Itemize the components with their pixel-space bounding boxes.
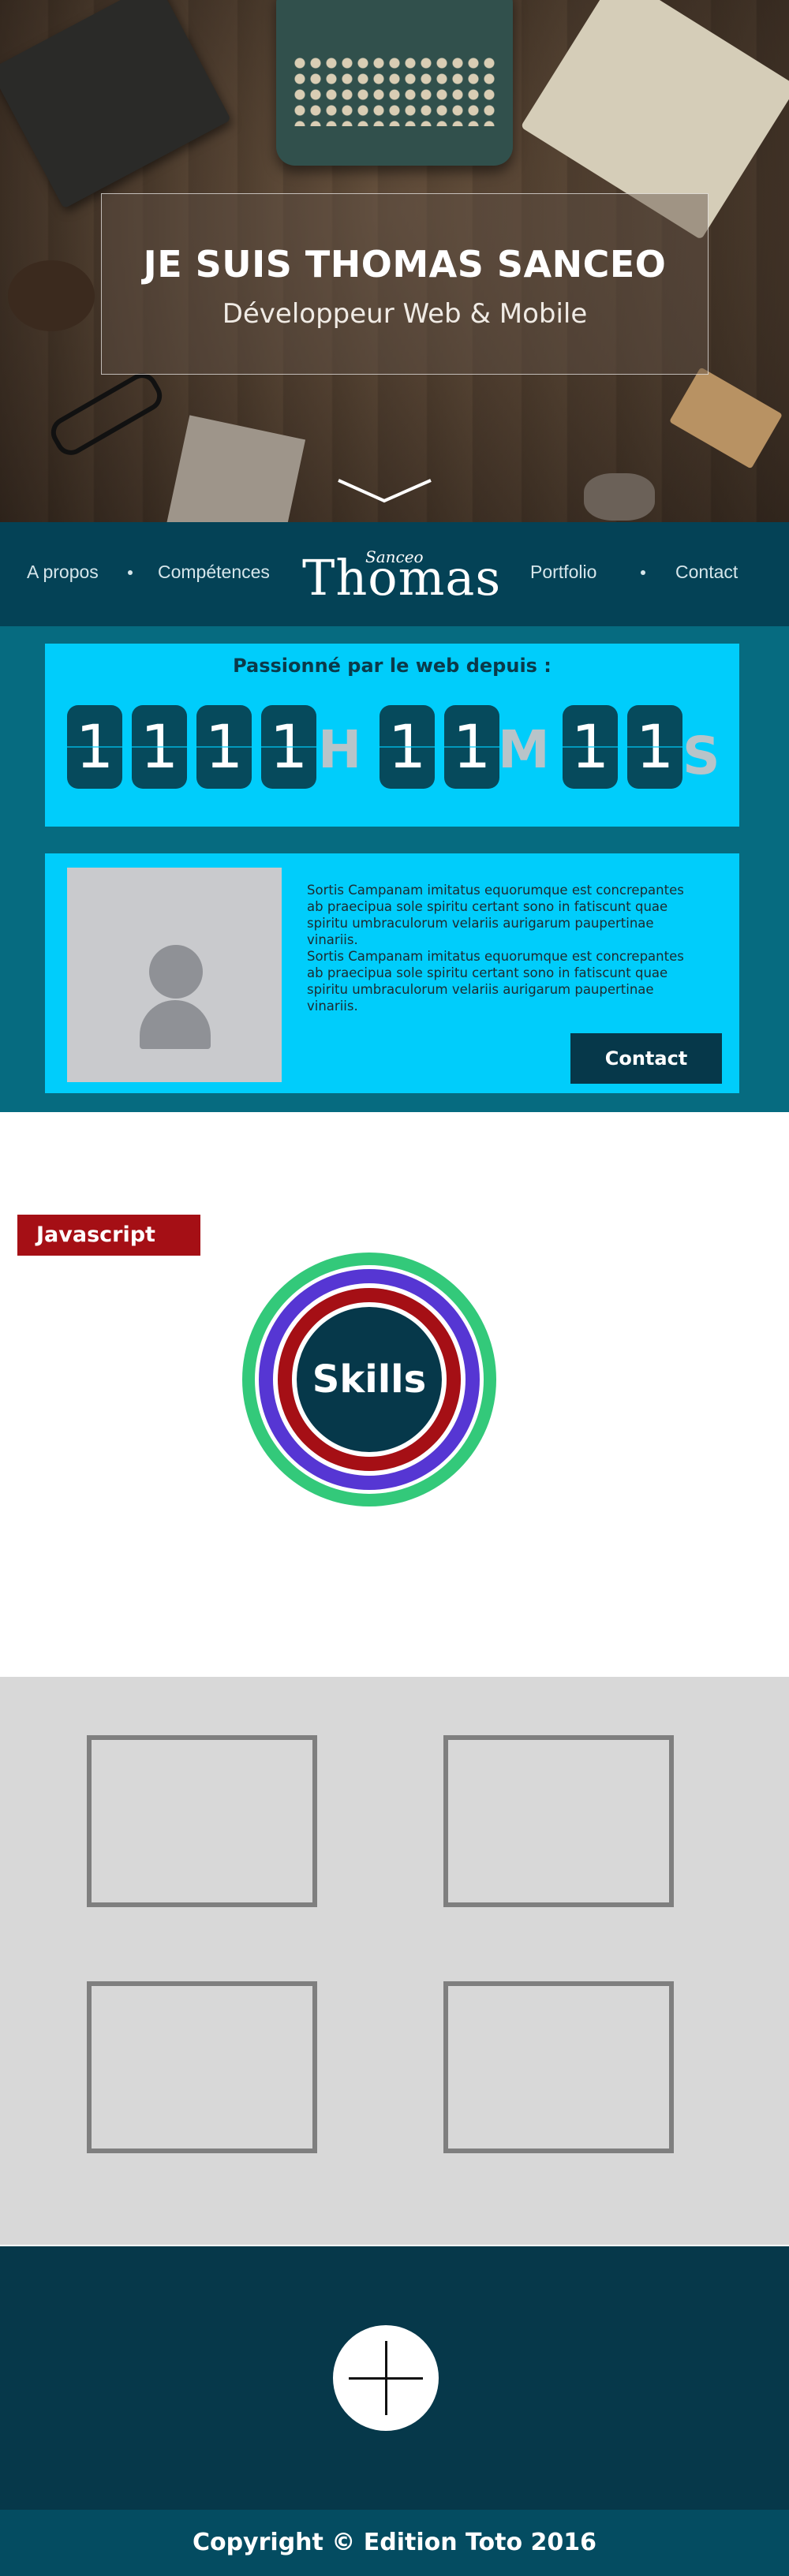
counter-digit: 1 bbox=[132, 705, 187, 789]
about-paragraph: Sortis Campanam imitatus equorumque est … bbox=[307, 949, 684, 1014]
plus-icon[interactable] bbox=[333, 2325, 439, 2431]
counter-title: Passionné par le web depuis : bbox=[233, 655, 552, 677]
hero-title: JE SUIS THOMAS SANCEO bbox=[143, 243, 667, 286]
portfolio-item[interactable] bbox=[87, 1735, 317, 1907]
about-card: Sortis Campanam imitatus equorumque est … bbox=[45, 853, 739, 1093]
contact-button[interactable]: Contact bbox=[570, 1033, 722, 1084]
counter-digit: 1 bbox=[261, 705, 316, 789]
counter-unit-minutes: M bbox=[498, 719, 550, 780]
typewriter-decoration bbox=[276, 0, 513, 166]
skill-tag-javascript[interactable]: Javascript bbox=[17, 1215, 200, 1256]
footer bbox=[0, 2246, 789, 2510]
hero-title-box: JE SUIS THOMAS SANCEO Développeur Web & … bbox=[101, 193, 709, 375]
stone-decoration bbox=[584, 473, 655, 521]
portfolio-item[interactable] bbox=[443, 1735, 674, 1907]
nav-item-competences[interactable]: Compétences bbox=[158, 562, 270, 583]
counter-digit: 1 bbox=[380, 705, 435, 789]
nav-item-portfolio[interactable]: Portfolio bbox=[530, 562, 596, 583]
portfolio-item[interactable] bbox=[87, 1981, 317, 2153]
nav-item-a-propos[interactable]: A propos bbox=[27, 562, 99, 583]
hero-subtitle: Développeur Web & Mobile bbox=[222, 298, 588, 330]
counter-unit-hours: H bbox=[318, 719, 362, 780]
avatar bbox=[67, 868, 282, 1082]
hero-section: JE SUIS THOMAS SANCEO Développeur Web & … bbox=[0, 0, 789, 522]
main-navigation: A propos Compétences Sanceo Thomas Portf… bbox=[0, 522, 789, 626]
portfolio-section bbox=[0, 1677, 789, 2245]
nav-separator-dot bbox=[641, 570, 645, 575]
pinecone-decoration bbox=[8, 260, 95, 331]
counter-digit: 1 bbox=[196, 705, 252, 789]
counter-digit: 1 bbox=[563, 705, 618, 789]
about-paragraph: Sortis Campanam imitatus equorumque est … bbox=[307, 883, 684, 947]
copyright-text: Copyright © Edition Toto 2016 bbox=[0, 2510, 789, 2576]
chevron-down-icon[interactable] bbox=[335, 476, 434, 507]
about-text: Sortis Campanam imitatus equorumque est … bbox=[307, 882, 701, 1014]
site-logo[interactable]: Sanceo Thomas bbox=[302, 538, 500, 609]
nav-item-contact[interactable]: Contact bbox=[675, 562, 738, 583]
user-icon bbox=[149, 945, 203, 999]
portfolio-item[interactable] bbox=[443, 1981, 674, 2153]
logo-big-text: Thomas bbox=[302, 549, 502, 607]
user-icon-body bbox=[140, 1000, 211, 1049]
counter-digit: 1 bbox=[67, 705, 122, 789]
counter-unit-seconds: S bbox=[682, 726, 720, 786]
nav-separator-dot bbox=[128, 570, 133, 575]
skills-center-button[interactable]: Skills bbox=[297, 1307, 442, 1452]
counter-digit: 1 bbox=[444, 705, 499, 789]
counter-digit: 1 bbox=[627, 705, 682, 789]
time-counter: Passionné par le web depuis : 1 1 1 1 H … bbox=[45, 644, 739, 827]
